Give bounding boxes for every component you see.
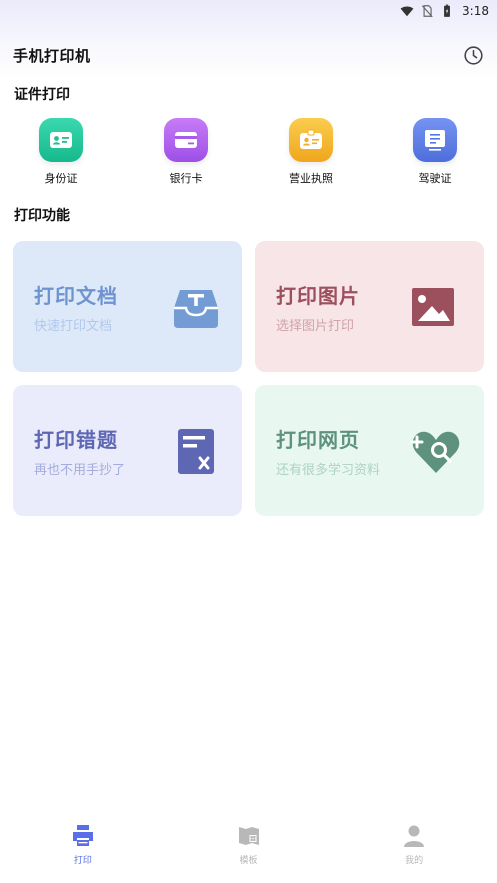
id-item-driver-license[interactable]: 驾驶证	[395, 118, 475, 186]
id-print-row: 身份证 银行卡 营业执照 驾驶证	[0, 118, 497, 188]
battery-icon	[444, 4, 450, 17]
id-item-label: 驾驶证	[418, 172, 452, 185]
status-bar: 3:18	[0, 0, 497, 22]
heart-search-icon	[410, 431, 460, 473]
driver-license-icon	[425, 130, 445, 151]
business-license-icon	[300, 129, 322, 149]
feature-section-title: 打印功能	[14, 208, 70, 224]
wifi-icon	[400, 6, 414, 17]
history-button[interactable]	[461, 43, 485, 67]
nav-item-templates[interactable]: 模板	[166, 812, 332, 872]
id-item-label: 营业执照	[289, 172, 333, 185]
nav-item-mine[interactable]: 我的	[331, 812, 497, 872]
nav-label: 模板	[239, 856, 258, 866]
id-card-icon-tile	[39, 118, 83, 162]
card-title: 打印文档	[34, 283, 118, 308]
business-license-icon-tile	[289, 118, 333, 162]
id-item-label: 银行卡	[169, 172, 203, 185]
user-icon	[404, 825, 425, 847]
id-card-icon	[50, 132, 72, 148]
print-webpage-card[interactable]: 打印网页 还有很多学习资料	[255, 385, 484, 516]
print-image-card[interactable]: 打印图片 选择图片打印	[255, 241, 484, 372]
print-mistakes-card[interactable]: 打印错题 再也不用手抄了	[13, 385, 242, 516]
print-document-card[interactable]: 打印文档 快速打印文档	[13, 241, 242, 372]
id-item-label: 身份证	[44, 172, 78, 185]
image-icon	[412, 288, 454, 326]
card-subtitle: 快速打印文档	[34, 318, 113, 334]
bottom-nav: 打印 模板 我的	[0, 812, 497, 872]
clock-icon	[463, 45, 483, 65]
id-item-id-card[interactable]: 身份证	[21, 118, 101, 186]
id-item-bank-card[interactable]: 银行卡	[146, 118, 226, 186]
bank-card-icon-tile	[164, 118, 208, 162]
nav-label: 我的	[405, 856, 424, 866]
id-item-business-license[interactable]: 营业执照	[271, 118, 351, 186]
document-tray-icon	[174, 290, 218, 328]
nav-label: 打印	[73, 856, 92, 866]
printer-icon	[72, 825, 93, 846]
app-header: 手机打印机	[13, 42, 485, 68]
template-icon	[238, 827, 259, 845]
card-subtitle: 还有很多学习资料	[276, 462, 381, 478]
card-title: 打印网页	[276, 427, 360, 452]
card-title: 打印图片	[276, 283, 360, 308]
card-subtitle: 再也不用手抄了	[34, 462, 126, 478]
card-title: 打印错题	[34, 427, 118, 452]
card-subtitle: 选择图片打印	[276, 318, 355, 334]
mistake-sheet-icon	[178, 429, 214, 474]
app-title: 手机打印机	[13, 46, 91, 65]
nav-item-print[interactable]: 打印	[0, 812, 166, 872]
no-sim-icon	[421, 5, 433, 18]
status-time: 3:18	[462, 4, 489, 18]
driver-license-icon-tile	[413, 118, 457, 162]
bank-card-icon	[175, 132, 197, 148]
id-section-title: 证件打印	[14, 87, 70, 103]
